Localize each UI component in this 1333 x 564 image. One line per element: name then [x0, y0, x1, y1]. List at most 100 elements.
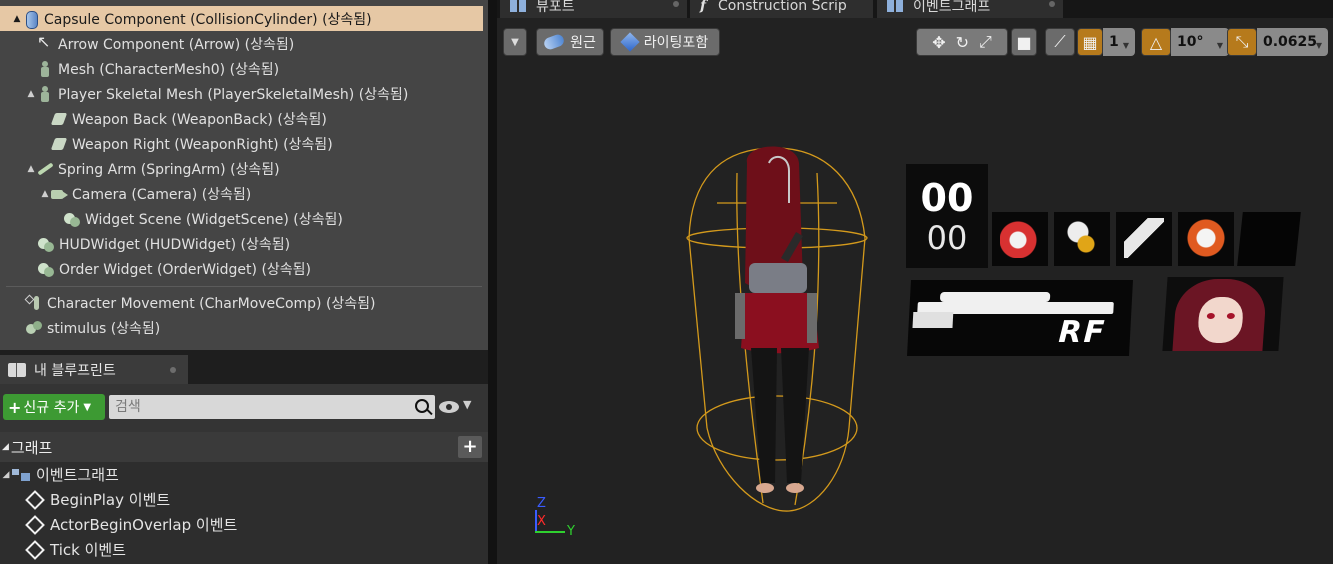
- collapse-arrow-icon[interactable]: ▲: [40, 189, 50, 199]
- view-options-eye-icon[interactable]: [439, 401, 459, 413]
- graph-section-header[interactable]: ◢ 그래프 +: [0, 432, 488, 462]
- collapse-arrow-icon[interactable]: ▲: [26, 164, 36, 174]
- my-blueprint-tabbar: 내 블루프린트: [0, 350, 488, 384]
- add-graph-button[interactable]: +: [458, 436, 482, 458]
- event-label: BeginPlay 이벤트: [50, 491, 171, 509]
- skeletal-mesh-icon: [36, 85, 54, 103]
- tab-label: 내 블루프린트: [34, 362, 116, 379]
- perspective-icon: [542, 32, 566, 52]
- component-row-mesh[interactable]: Mesh (CharacterMesh0) (상속됨): [0, 56, 483, 81]
- chevron-down-icon: ▼: [83, 401, 92, 413]
- event-graph-row[interactable]: ◢ 이벤트그래프: [0, 462, 488, 487]
- collapse-arrow-icon[interactable]: ◢: [2, 442, 9, 452]
- perspective-label: 원근: [570, 35, 596, 51]
- world-cube-icon: ■: [1016, 32, 1032, 52]
- search-field[interactable]: [109, 395, 435, 419]
- tab-my-blueprint[interactable]: 내 블루프린트: [0, 355, 188, 384]
- ammo-icon: [1124, 218, 1164, 258]
- x-axis-label: X: [537, 514, 546, 529]
- chevron-down-icon: ▼: [1122, 41, 1129, 50]
- collapse-arrow-icon[interactable]: ▲: [12, 14, 22, 24]
- grid-snap-value-dropdown[interactable]: 1 ▼: [1103, 28, 1135, 56]
- chevron-down-icon: ▼: [1216, 41, 1223, 50]
- component-row-hud-widget[interactable]: HUDWidget (HUDWidget) (상속됨): [0, 231, 483, 256]
- component-label: Capsule Component (CollisionCylinder) (상…: [44, 11, 372, 28]
- rotation-snap-value: 10°: [1177, 34, 1204, 50]
- component-row-spring-arm[interactable]: ▲ Spring Arm (SpringArm) (상속됨): [0, 156, 483, 181]
- character-face-icon: [1000, 218, 1040, 258]
- component-row-order-widget[interactable]: Order Widget (OrderWidget) (상속됨): [0, 256, 483, 281]
- close-tab-icon[interactable]: [170, 367, 176, 373]
- tree-divider: [6, 286, 482, 287]
- chevron-down-icon[interactable]: ▼: [463, 398, 471, 411]
- tab-construction-script[interactable]: f Construction Scrip: [690, 0, 873, 18]
- hud-skill-slot-4: [1178, 212, 1234, 266]
- add-new-button[interactable]: + 신규 추가 ▼: [3, 394, 105, 420]
- event-row-beginplay[interactable]: BeginPlay 이벤트: [0, 487, 488, 512]
- timer-top-digits: 00: [920, 176, 974, 220]
- rotate-icon[interactable]: ↻: [956, 33, 969, 52]
- perspective-button[interactable]: 원근: [536, 28, 604, 56]
- grid-snap-toggle[interactable]: ▦: [1077, 28, 1103, 56]
- capsule-icon: [22, 10, 40, 29]
- collapse-arrow-icon[interactable]: ◢: [0, 470, 12, 480]
- component-label: Spring Arm (SpringArm) (상속됨): [58, 161, 280, 178]
- translate-icon[interactable]: ✥: [932, 33, 945, 52]
- component-label: Widget Scene (WidgetScene) (상속됨): [85, 211, 343, 228]
- rifle-scope-shape: [939, 292, 1051, 302]
- transform-tools-group: ✥ ↻ ⤢: [916, 28, 1008, 56]
- search-input[interactable]: [115, 399, 395, 415]
- rifle-stock-shape: [912, 312, 954, 328]
- angle-icon: △: [1149, 32, 1163, 52]
- widget-icon: [37, 260, 55, 278]
- component-row-camera[interactable]: ▲ Camera (Camera) (상속됨): [0, 181, 483, 206]
- character-preview[interactable]: [677, 143, 887, 523]
- component-row-character-movement[interactable]: Character Movement (CharMoveComp) (상속됨): [0, 290, 483, 315]
- tab-label: Construction Scrip: [718, 0, 847, 14]
- hud-timer: 00 00: [906, 164, 988, 268]
- event-row-tick[interactable]: Tick 이벤트: [0, 537, 488, 562]
- add-new-label: 신규 추가: [23, 400, 80, 416]
- axis-gizmo: Z X Y: [533, 496, 593, 546]
- component-row-weapon-right[interactable]: Weapon Right (WeaponRight) (상속됨): [0, 131, 483, 156]
- search-icon[interactable]: [415, 399, 429, 413]
- z-axis-label: Z: [537, 496, 546, 511]
- burst-face-icon: [1186, 218, 1226, 258]
- collapse-arrow-icon[interactable]: ▲: [26, 89, 36, 99]
- tab-viewport[interactable]: 뷰포트: [500, 0, 687, 18]
- component-row-player-skeletal-mesh[interactable]: ▲ Player Skeletal Mesh (PlayerSkeletalMe…: [0, 81, 483, 106]
- lit-view-mode-button[interactable]: 라이팅포함: [610, 28, 720, 56]
- my-blueprint-toolbar: + 신규 추가 ▼ ▼: [0, 384, 488, 432]
- tab-event-graph[interactable]: 이벤트그래프: [877, 0, 1063, 18]
- world-local-toggle[interactable]: ■: [1011, 28, 1037, 56]
- scale-snap-toggle[interactable]: ⤡: [1227, 28, 1257, 56]
- y-axis-line: [535, 531, 565, 533]
- lit-label: 라이팅포함: [643, 35, 709, 51]
- component-row-widget-scene[interactable]: Widget Scene (WidgetScene) (상속됨): [0, 206, 483, 231]
- weapon-banner: RF: [907, 280, 1133, 356]
- stimulus-icon: [25, 319, 43, 337]
- weapon-code: RF: [1057, 315, 1108, 350]
- event-graph-icon: [887, 0, 903, 12]
- graph-section-label: 그래프: [10, 438, 53, 457]
- component-row-capsule[interactable]: ▲ Capsule Component (CollisionCylinder) …: [0, 6, 483, 31]
- surface-snapping-button[interactable]: ⟋: [1045, 28, 1075, 56]
- panel-splitter[interactable]: [488, 0, 497, 564]
- weapon-icon: [50, 135, 68, 153]
- rotation-snap-value-dropdown[interactable]: 10° ▼: [1171, 28, 1229, 56]
- component-label: Player Skeletal Mesh (PlayerSkeletalMesh…: [58, 86, 409, 103]
- event-row-actor-begin-overlap[interactable]: ActorBeginOverlap 이벤트: [0, 512, 488, 537]
- viewport-options-dropdown[interactable]: [503, 28, 527, 56]
- scale-icon[interactable]: ⤢: [979, 32, 992, 52]
- component-row-weapon-back[interactable]: Weapon Back (WeaponBack) (상속됨): [0, 106, 483, 131]
- rotation-snap-toggle[interactable]: △: [1141, 28, 1171, 56]
- scale-snap-value-dropdown[interactable]: 0.0625 ▼: [1257, 28, 1328, 56]
- my-blueprint-panel: 내 블루프린트 + 신규 추가 ▼ ▼ ◢ 그래프 + ◢ 이벤트그래프 Beg…: [0, 350, 488, 564]
- close-tab-icon[interactable]: [673, 1, 679, 7]
- viewport[interactable]: 원근 라이팅포함 ✥ ↻ ⤢ ■ ⟋ ▦ 1 ▼ △ 10° ▼ ⤡ 0.062…: [497, 18, 1333, 564]
- grid-icon: ▦: [1082, 32, 1098, 52]
- component-row-arrow[interactable]: Arrow Component (Arrow) (상속됨): [0, 31, 483, 56]
- weapon-icon: [50, 110, 68, 128]
- close-tab-icon[interactable]: [1049, 1, 1055, 7]
- component-row-stimulus[interactable]: stimulus (상속됨): [0, 315, 483, 340]
